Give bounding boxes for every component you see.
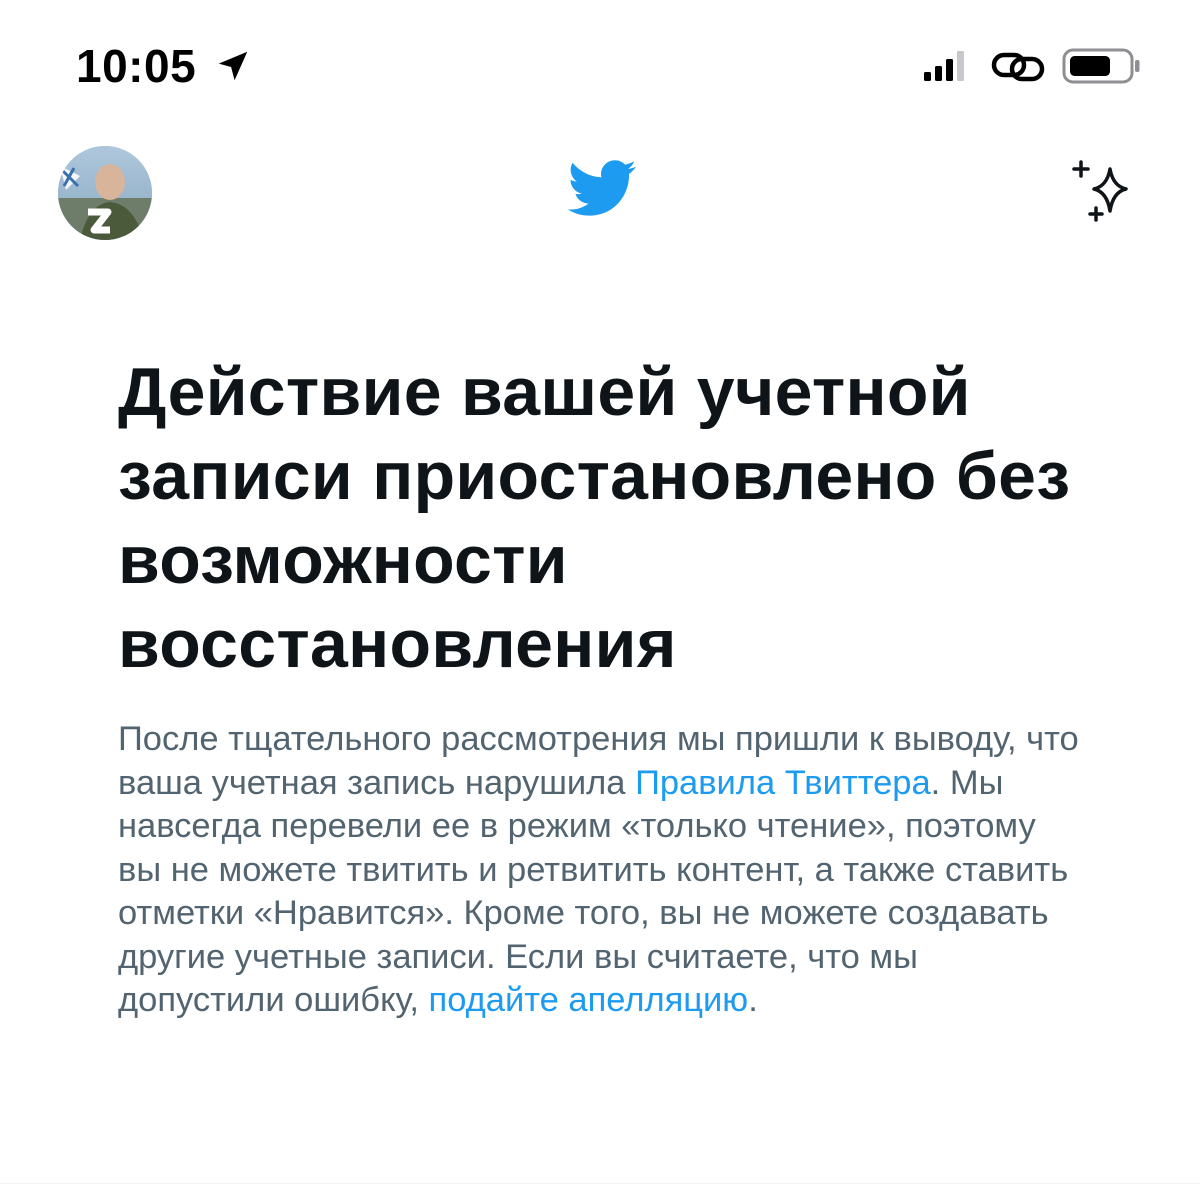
status-time: 10:05 bbox=[76, 40, 197, 92]
sparkle-icon[interactable] bbox=[1068, 156, 1144, 226]
message-text-3: . bbox=[748, 981, 758, 1019]
status-bar: 10:05 bbox=[0, 0, 1200, 130]
battery-icon bbox=[1062, 48, 1140, 84]
cellular-signal-icon bbox=[924, 51, 964, 81]
twitter-bird-icon bbox=[567, 160, 636, 216]
twitter-rules-link[interactable]: Правила Твиттера bbox=[635, 764, 931, 802]
suspension-message: После тщательного рассмотрения мы пришли… bbox=[118, 718, 1088, 1023]
personal-hotspot-icon bbox=[991, 52, 1045, 82]
location-arrow-icon bbox=[218, 51, 248, 81]
appeal-link[interactable]: подайте апелляцию bbox=[429, 981, 749, 1019]
bottom-divider bbox=[0, 1183, 1200, 1184]
suspension-headline: Действие вашей учетной записи приостанов… bbox=[118, 354, 1071, 682]
avatar-image bbox=[58, 146, 152, 240]
profile-avatar[interactable] bbox=[58, 146, 152, 240]
